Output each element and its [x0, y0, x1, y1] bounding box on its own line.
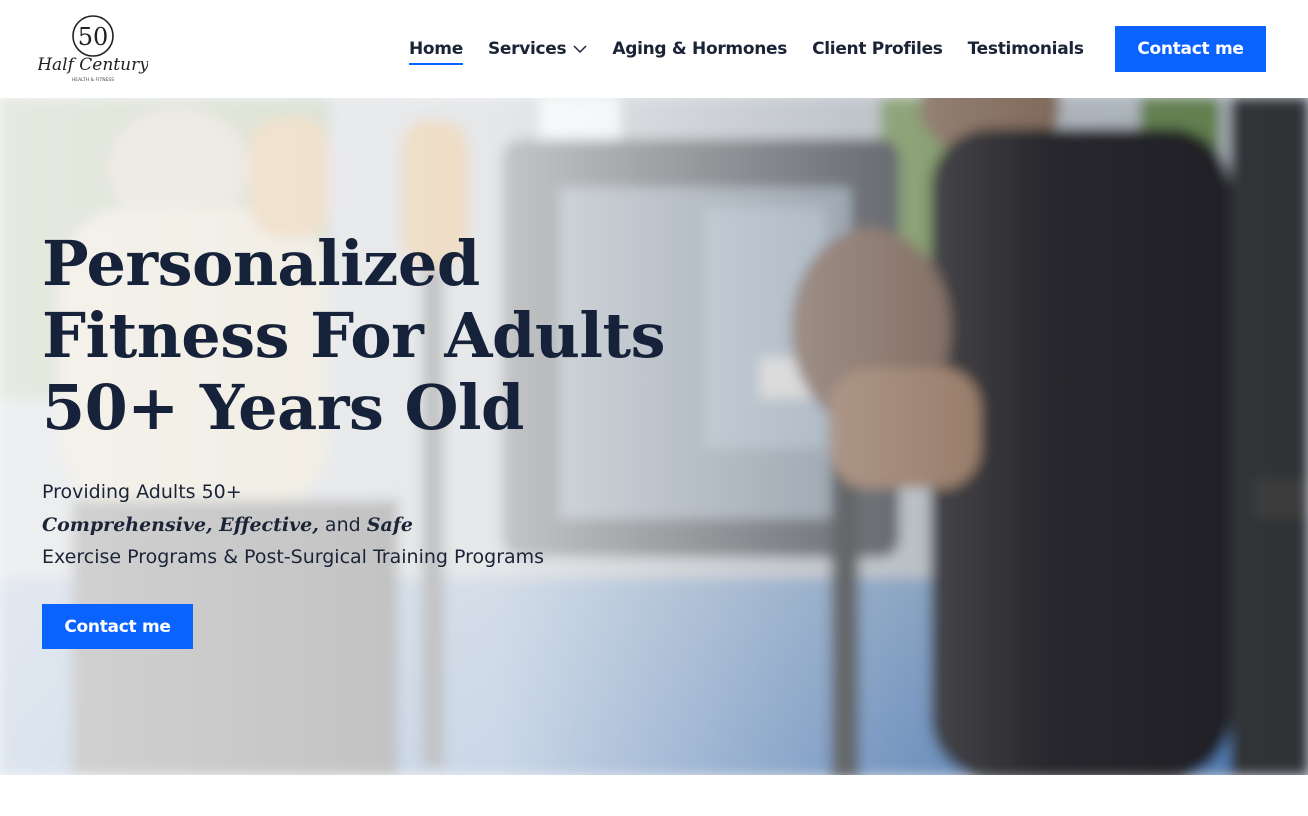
main-nav: Home Services Aging & Hormones Client Pr…	[409, 26, 1109, 72]
hero-line-1: Providing Adults 50+	[42, 481, 242, 503]
nav-home-label: Home	[409, 39, 463, 59]
hero-emphasis-2: Safe	[366, 513, 414, 536]
chevron-down-icon	[573, 45, 587, 54]
hero-description: Providing Adults 50+ Comprehensive, Effe…	[42, 476, 662, 574]
nav-aging-hormones-label: Aging & Hormones	[612, 39, 788, 59]
hero-and: and	[324, 513, 361, 536]
half-century-logo-icon: 50 Half Century HEALTH & FITNESS	[36, 15, 149, 83]
hero-contact-button[interactable]: Contact me	[42, 604, 193, 649]
site-header: 50 Half Century HEALTH & FITNESS Home Se…	[0, 0, 1308, 98]
header-contact-label: Contact me	[1137, 39, 1244, 59]
nav-testimonials-label: Testimonials	[967, 39, 1084, 59]
hero-title: Personalized Fitness For Adults 50+ Year…	[42, 227, 666, 444]
nav-client-profiles[interactable]: Client Profiles	[812, 39, 943, 59]
hero-section: Personalized Fitness For Adults 50+ Year…	[0, 98, 1308, 775]
nav-client-profiles-label: Client Profiles	[812, 39, 943, 59]
logo-number: 50	[78, 23, 109, 51]
nav-testimonials[interactable]: Testimonials	[968, 39, 1084, 59]
hero-line-3: Exercise Programs & Post-Surgical Traini…	[42, 546, 545, 568]
hero-emphasis-1: Comprehensive, Effective,	[42, 513, 319, 536]
nav-services-label: Services	[487, 39, 567, 59]
logo-script: Half Century	[38, 55, 148, 75]
logo-tagline: HEALTH & FITNESS	[72, 77, 114, 83]
header-contact-button[interactable]: Contact me	[1115, 26, 1266, 72]
nav-services[interactable]: Services	[488, 39, 587, 59]
hero-contact-label: Contact me	[64, 616, 171, 637]
nav-aging-hormones[interactable]: Aging & Hormones	[612, 39, 787, 59]
brand-logo[interactable]: 50 Half Century HEALTH & FITNESS	[36, 12, 149, 86]
hero-line-2: Comprehensive, Effective, and Safe	[42, 509, 662, 542]
nav-home[interactable]: Home	[409, 39, 463, 65]
